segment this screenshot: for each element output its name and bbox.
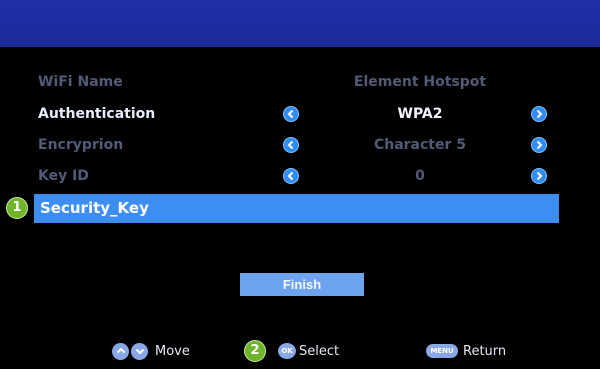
key-id-row[interactable]: Key ID 0 [0,164,600,188]
encryption-row[interactable]: Encryprion Character 5 [0,133,600,157]
key-id-next-button[interactable] [531,168,547,184]
chevron-left-icon [287,109,294,119]
encryption-prev-button[interactable] [283,137,299,153]
authentication-prev-button[interactable] [283,106,299,122]
wifi-name-row: WiFi Name Element Hotspot [0,70,600,94]
security-key-label: Security_Key [40,199,149,217]
encryption-value: Character 5 [373,137,467,153]
encryption-next-button[interactable] [531,137,547,153]
menu-key-icon: MENU [426,344,458,358]
authentication-next-button[interactable] [531,106,547,122]
authentication-label: Authentication [38,106,156,122]
ok-key-icon: OK [278,343,296,359]
chevron-right-icon [536,140,543,150]
security-key-field[interactable]: Security_Key [34,194,559,223]
legend-return: MENU Return [426,341,506,361]
chevron-down-icon [131,342,148,360]
chevron-left-icon [287,171,294,181]
header-bar [0,0,600,47]
finish-button[interactable]: Finish [240,273,364,296]
step-2-badge: 2 [244,340,266,362]
authentication-value: WPA2 [397,106,443,122]
chevron-right-icon [536,171,543,181]
legend-select: OK Select [278,341,339,361]
chevron-right-icon [536,109,543,119]
chevron-left-icon [287,140,294,150]
authentication-row[interactable]: Authentication WPA2 [0,102,600,126]
wifi-name-value: Element Hotspot [353,74,487,90]
key-id-label: Key ID [38,168,89,184]
select-label: Select [299,343,340,359]
legend-move: Move [112,341,190,361]
step-1-badge: 1 [6,197,28,219]
return-label: Return [463,343,507,359]
key-id-value: 0 [415,168,425,184]
move-label: Move [155,343,190,359]
encryption-label: Encryprion [38,137,124,153]
wifi-name-label: WiFi Name [38,74,123,90]
chevron-up-icon [112,342,129,360]
key-id-prev-button[interactable] [283,168,299,184]
